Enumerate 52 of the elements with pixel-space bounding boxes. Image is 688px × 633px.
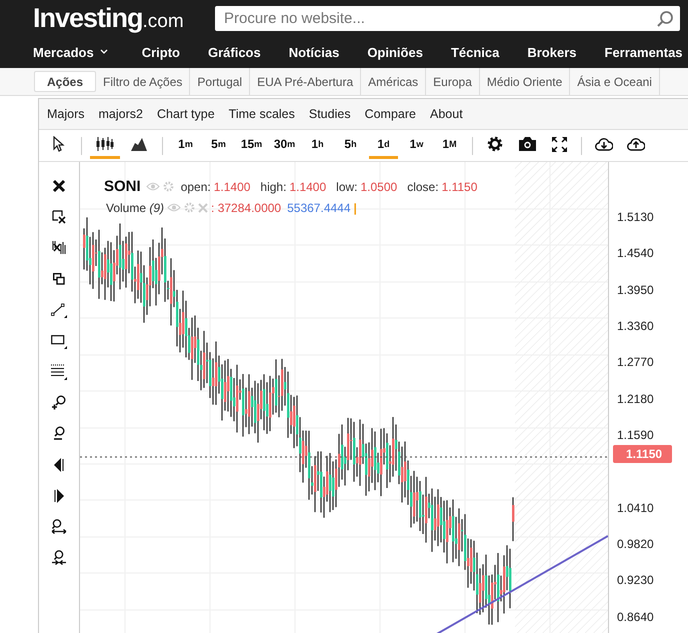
subnav-tab[interactable]: Europa	[426, 68, 480, 95]
price-axis-label: 1.0410	[616, 500, 655, 517]
legend-label: high:	[260, 180, 286, 194]
volume-label: Volume (9)	[106, 200, 164, 214]
nav-link[interactable]: Ferramentas	[604, 44, 683, 60]
nav-link[interactable]: Notícias	[288, 44, 340, 60]
price-axis-label: 1.4540	[616, 245, 655, 262]
price-axis-label: 1.3950	[616, 282, 655, 299]
current-price-badge: 1.1150	[613, 445, 672, 464]
legend-value: 1.1400	[289, 180, 326, 194]
chart-menu-item[interactable]: Compare	[364, 107, 416, 121]
subnav-tab[interactable]: EUA Pré-Abertura	[250, 68, 362, 95]
nav-link[interactable]: Técnica	[450, 44, 500, 60]
price-axis-label: 0.8640	[616, 608, 655, 626]
chart-menu-item[interactable]: Time scales	[228, 107, 295, 121]
site-logo[interactable]: Investing.com	[33, 2, 215, 34]
legend-value: 1.1150	[442, 180, 478, 194]
legend-label: open:	[180, 180, 211, 194]
price-axis-label: 1.3360	[616, 318, 655, 336]
subnav-tab[interactable]: Ásia e Oceani	[570, 68, 660, 95]
price-axis-label: 1.2180	[616, 390, 655, 408]
text-cursor: |	[354, 200, 357, 214]
chart-menu-item[interactable]: Majors	[47, 107, 85, 121]
trend-line[interactable]	[434, 535, 608, 633]
chart-menu-item[interactable]: Chart type	[156, 107, 215, 121]
volume-value: : 37284.0000	[211, 200, 282, 214]
price-axis-label: 1.5130	[616, 209, 655, 226]
subnav-tab[interactable]: Portugal	[190, 68, 250, 95]
legend-value: 1.1400	[214, 180, 250, 194]
nav-link[interactable]: Mercados	[33, 44, 108, 60]
price-axis-label: 0.9230	[616, 572, 655, 590]
search-field[interactable]: Procure no website...	[215, 6, 680, 30]
chart-menu-item[interactable]: majors2	[98, 107, 143, 121]
legend-label: low:	[336, 180, 358, 194]
price-axis-label: 0.9820	[616, 536, 655, 554]
symbol-name: SONI	[104, 178, 141, 195]
legend-label: close:	[407, 180, 439, 194]
nav-link[interactable]: Opiniões	[367, 44, 423, 60]
nav-link[interactable]: Brokers	[527, 44, 576, 60]
subnav-tab[interactable]: Ações	[34, 71, 96, 92]
chart-menu-item[interactable]: About	[430, 107, 463, 121]
price-axis-label: 1.1590	[616, 427, 655, 444]
chart-menu-item[interactable]: Studies	[308, 107, 351, 121]
nav-link[interactable]: Gráficos	[208, 44, 261, 60]
search-icon[interactable]	[656, 10, 674, 28]
subnav-tab[interactable]: Américas	[361, 68, 426, 95]
price-axis-label: 1.2770	[616, 354, 655, 372]
nav-link[interactable]: Cripto	[142, 44, 180, 60]
legend-value: 1.0500	[360, 180, 398, 194]
volume-average: 55367.4444	[287, 200, 351, 214]
subnav-tab[interactable]: Filtro de Ações	[96, 68, 190, 95]
subnav-tab[interactable]: Médio Oriente	[480, 68, 570, 95]
